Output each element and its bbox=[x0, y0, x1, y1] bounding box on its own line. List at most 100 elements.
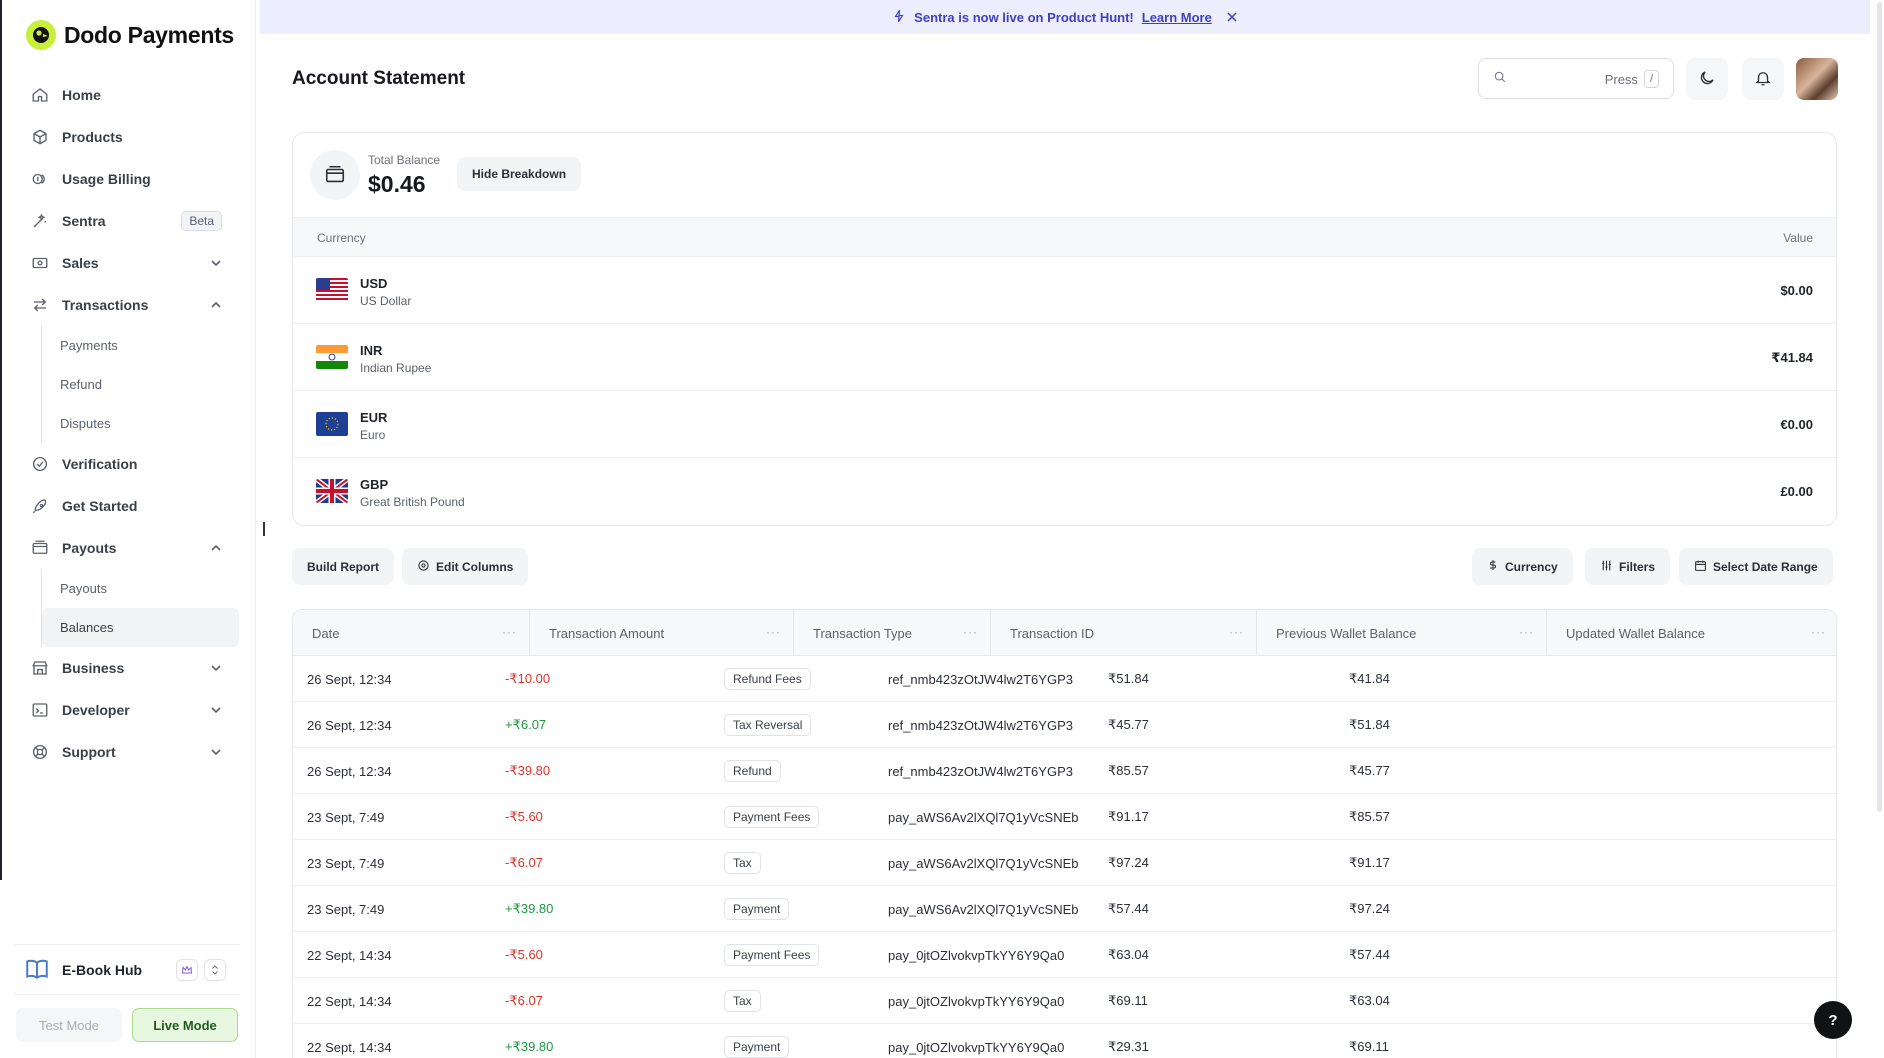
column-menu-icon[interactable]: ··· bbox=[1519, 625, 1534, 639]
us-flag-icon bbox=[316, 278, 348, 302]
column-header-updated-balance[interactable]: Updated Wallet Balance ··· bbox=[1547, 610, 1836, 656]
switch-workspace-icon[interactable] bbox=[204, 959, 226, 981]
bell-icon bbox=[1754, 69, 1772, 90]
column-header-type[interactable]: Transaction Type ··· bbox=[794, 610, 991, 656]
sidebar-item-usage-billing[interactable]: Usage Billing bbox=[20, 158, 238, 200]
sidebar-item-support[interactable]: Support bbox=[20, 731, 238, 773]
column-menu-icon[interactable]: ··· bbox=[766, 625, 781, 639]
cell-updated: ₹85.57 bbox=[1349, 809, 1390, 824]
filters-button[interactable]: Filters bbox=[1585, 548, 1671, 585]
sidebar-item-verification[interactable]: Verification bbox=[20, 443, 238, 485]
test-mode-button[interactable]: Test Mode bbox=[16, 1008, 122, 1042]
column-header-previous-balance[interactable]: Previous Wallet Balance ··· bbox=[1257, 610, 1547, 656]
sidebar-item-business[interactable]: Business bbox=[20, 647, 238, 689]
page-title: Account Statement bbox=[292, 68, 466, 89]
cell-prev: ₹45.77 bbox=[1108, 717, 1149, 732]
cell-prev: ₹51.84 bbox=[1108, 671, 1149, 686]
sidebar-subitem-refund[interactable]: Refund bbox=[42, 365, 238, 404]
date-range-button[interactable]: Select Date Range bbox=[1679, 548, 1833, 585]
hide-breakdown-button[interactable]: Hide Breakdown bbox=[457, 157, 582, 191]
column-menu-icon[interactable]: ··· bbox=[963, 625, 978, 639]
transaction-type-badge: Payment bbox=[724, 898, 790, 920]
live-mode-button[interactable]: Live Mode bbox=[132, 1008, 238, 1042]
column-header-date[interactable]: Date ··· bbox=[293, 610, 530, 656]
window-edge bbox=[0, 0, 2, 880]
column-menu-icon[interactable]: ··· bbox=[1229, 625, 1244, 639]
currency-code: GBP bbox=[360, 477, 389, 492]
cell-prev: ₹97.24 bbox=[1108, 855, 1149, 870]
sidebar-subitem-balances[interactable]: Balances bbox=[42, 608, 239, 647]
table-row[interactable]: 23 Sept, 7:49 -₹6.07 Tax pay_aWS6Av2lXQl7Q1… bbox=[293, 840, 1836, 886]
sidebar-subitem-payments[interactable]: Payments bbox=[42, 326, 238, 365]
table-row[interactable]: 22 Sept, 14:34 +₹39.80 Payment pay_0jtOZlvo… bbox=[293, 1024, 1836, 1058]
cell-id: pay_aWS6Av2lXQl7Q1yVcSNEb bbox=[888, 901, 1079, 917]
chevron-up-icon bbox=[211, 544, 221, 551]
sidebar-item-payouts[interactable]: Payouts bbox=[20, 527, 238, 569]
transaction-type-badge: Tax bbox=[724, 852, 761, 874]
transactions-table: Date ··· Transaction Amount ··· Transactio… bbox=[292, 609, 1837, 1058]
sidebar-item-sentra[interactable]: Sentra Beta bbox=[20, 200, 238, 242]
table-row[interactable]: 22 Sept, 14:34 -₹5.60 Payment Fees pay_0jtO… bbox=[293, 932, 1836, 978]
table-row[interactable]: 26 Sept, 12:34 +₹6.07 Tax Reversal ref_nmb4… bbox=[293, 702, 1836, 748]
sidebar-subitem-payouts[interactable]: Payouts bbox=[42, 569, 238, 608]
column-header-amount[interactable]: Transaction Amount ··· bbox=[530, 610, 794, 656]
scrollbar-thumb[interactable] bbox=[1877, 2, 1882, 812]
cell-updated: ₹97.24 bbox=[1349, 901, 1390, 916]
workspace-switcher[interactable]: E-Book Hub bbox=[24, 955, 238, 985]
learn-more-link[interactable]: Learn More bbox=[1142, 10, 1212, 25]
transaction-type-badge: Tax bbox=[724, 990, 761, 1012]
column-menu-icon[interactable]: ··· bbox=[1811, 625, 1826, 639]
cell-prev: ₹69.11 bbox=[1108, 993, 1148, 1008]
currency-label: Currency bbox=[1505, 559, 1558, 574]
sidebar-item-get-started[interactable]: Get Started bbox=[20, 485, 238, 527]
sidebar-nav: Home Products Usage Billing Sentra Beta … bbox=[20, 74, 239, 773]
cell-type: Tax Reversal bbox=[724, 702, 812, 748]
text-cursor bbox=[263, 522, 265, 536]
avatar[interactable] bbox=[1796, 58, 1838, 100]
divider bbox=[14, 994, 240, 995]
page-scrollbar[interactable] bbox=[1876, 0, 1884, 820]
notifications-button[interactable] bbox=[1742, 58, 1784, 100]
table-row[interactable]: 26 Sept, 12:34 -₹10.00 Refund Fees ref_nmb4… bbox=[293, 656, 1836, 702]
close-icon[interactable] bbox=[1226, 11, 1238, 23]
banner-message: Sentra is now live on Product Hunt! bbox=[914, 9, 1134, 25]
gear-icon bbox=[417, 559, 430, 575]
table-row[interactable]: 23 Sept, 7:49 -₹5.60 Payment Fees pay_aWS6A… bbox=[293, 794, 1836, 840]
sidebar-item-developer[interactable]: Developer bbox=[20, 689, 238, 731]
currency-code: INR bbox=[360, 343, 383, 358]
search-shortcut-hint: Press / bbox=[1605, 70, 1659, 88]
cell-type: Payment Fees bbox=[724, 794, 820, 840]
currency-value: €0.00 bbox=[1780, 417, 1813, 432]
currency-button[interactable]: Currency bbox=[1472, 548, 1573, 585]
edit-columns-button[interactable]: Edit Columns bbox=[402, 548, 529, 585]
sidebar-item-label: Developer bbox=[62, 702, 130, 718]
sidebar-subitem-disputes[interactable]: Disputes bbox=[42, 404, 238, 443]
table-row[interactable]: 23 Sept, 7:49 +₹39.80 Payment pay_aWS6Av2lX… bbox=[293, 886, 1836, 932]
check-circle-icon bbox=[30, 454, 50, 474]
sidebar: Dodo Payments Home Products Usage Billin… bbox=[0, 0, 256, 1058]
sidebar-item-sales[interactable]: Sales bbox=[20, 242, 238, 284]
transaction-type-badge: Payment Fees bbox=[724, 806, 820, 828]
cell-type: Payment bbox=[724, 1024, 790, 1058]
sidebar-item-label: Products bbox=[62, 129, 123, 145]
build-report-button[interactable]: Build Report bbox=[292, 548, 394, 585]
total-balance-value: $0.46 bbox=[368, 171, 426, 197]
table-row[interactable]: 22 Sept, 14:34 -₹6.07 Tax pay_0jtOZlvokvpTk… bbox=[293, 978, 1836, 1024]
terminal-icon bbox=[30, 700, 50, 720]
transaction-type-badge: Refund Fees bbox=[724, 668, 811, 690]
crown-icon[interactable] bbox=[176, 959, 198, 981]
column-menu-icon[interactable]: ··· bbox=[502, 625, 517, 639]
sidebar-item-transactions[interactable]: Transactions bbox=[20, 284, 238, 326]
logo[interactable]: Dodo Payments bbox=[26, 20, 234, 50]
column-header-id[interactable]: Transaction ID ··· bbox=[991, 610, 1257, 656]
search-box[interactable]: Press / bbox=[1478, 58, 1674, 99]
search-input[interactable] bbox=[1515, 71, 1611, 86]
sidebar-item-home[interactable]: Home bbox=[20, 74, 238, 116]
theme-toggle-button[interactable] bbox=[1686, 58, 1728, 100]
cell-prev: ₹91.17 bbox=[1108, 809, 1149, 824]
sidebar-item-products[interactable]: Products bbox=[20, 116, 238, 158]
box-icon bbox=[30, 127, 50, 147]
currency-code: EUR bbox=[360, 410, 388, 425]
help-button[interactable]: ? bbox=[1814, 1001, 1852, 1039]
table-row[interactable]: 26 Sept, 12:34 -₹39.80 Refund ref_nmb423zOt… bbox=[293, 748, 1836, 794]
